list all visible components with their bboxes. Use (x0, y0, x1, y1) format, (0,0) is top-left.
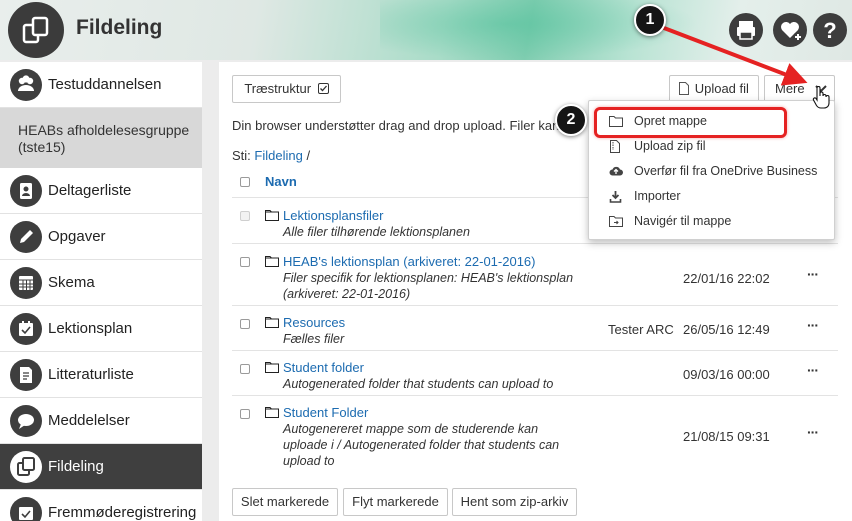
callout-badge-1: 1 (634, 4, 666, 36)
callout-arrow (662, 26, 808, 86)
hand-cursor-icon (812, 86, 830, 109)
create-folder-highlight (594, 107, 787, 138)
callout-badge-2: 2 (555, 104, 587, 136)
